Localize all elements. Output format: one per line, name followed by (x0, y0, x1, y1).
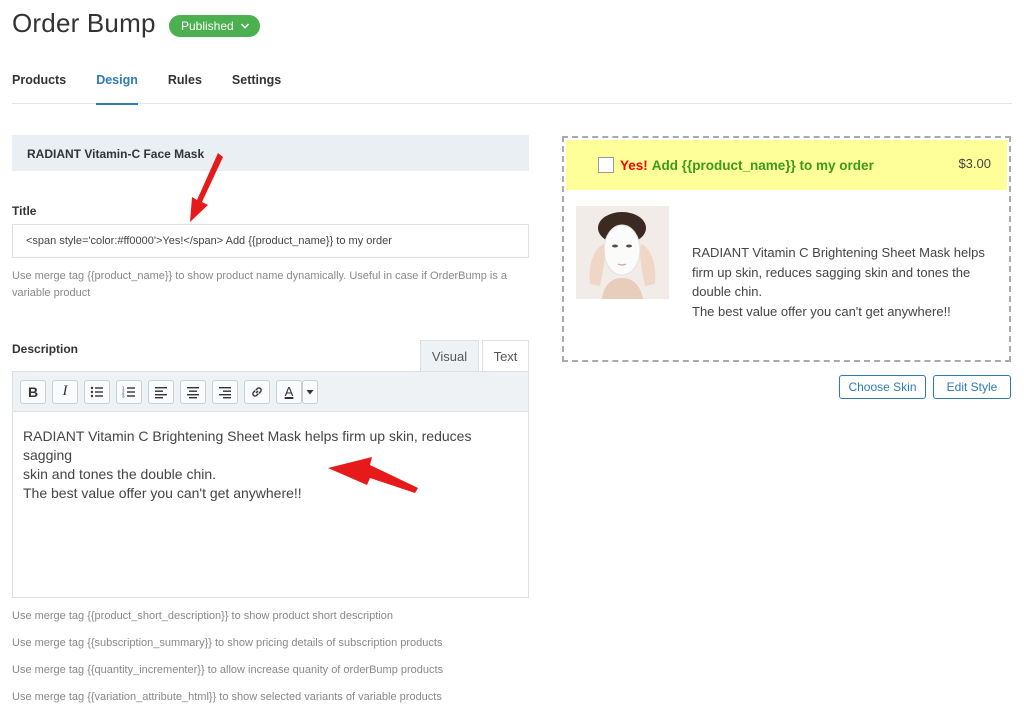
align-center-button[interactable] (180, 379, 206, 404)
product-name-bar: RADIANT Vitamin-C Face Mask (12, 135, 529, 171)
description-label: Description (12, 342, 79, 356)
status-label: Published (181, 19, 234, 33)
bold-icon: B (27, 383, 39, 400)
description-line: skin and tones the double chin. (23, 466, 217, 482)
editor-content[interactable]: RADIANT Vitamin C Brightening Sheet Mask… (13, 412, 528, 518)
merge-help-text: Use merge tag {{quantity_incrementer}} t… (12, 664, 444, 676)
text-color-button[interactable]: A (276, 379, 302, 404)
description-editor: B I 123 A RADIANT Vitamin C Brightening … (12, 371, 529, 598)
title-help-line: variable product (12, 287, 91, 299)
face-mask-illustration (576, 206, 669, 299)
preview-desc-line: The best value offer you can't get anywh… (692, 303, 951, 319)
tab-settings[interactable]: Settings (232, 70, 281, 104)
merge-help-text: Use merge tag {{subscription_summary}} t… (12, 637, 443, 649)
link-icon (252, 386, 262, 397)
title-help-line: Use merge tag {{product_name}} to show p… (12, 270, 508, 282)
numbered-list-icon: 123 (122, 385, 135, 398)
title-input[interactable] (12, 224, 529, 258)
merge-help-text: Use merge tag {{product_short_descriptio… (12, 610, 393, 622)
page-title: Order Bump (12, 8, 156, 38)
text-color-dropdown[interactable] (302, 379, 318, 404)
merge-help-text: Use merge tag {{variation_attribute_html… (12, 691, 442, 703)
chevron-down-icon (240, 23, 249, 29)
preview-header: Yes! Add {{product_name}} to my order $3… (566, 140, 1007, 190)
preview-desc-line: RADIANT Vitamin C Brightening Sheet Mask… (692, 245, 985, 260)
description-line: RADIANT Vitamin C Brightening Sheet Mask… (23, 428, 472, 463)
align-left-icon (155, 386, 167, 398)
preview-description: RADIANT Vitamin C Brightening Sheet Mask… (692, 243, 997, 321)
italic-button[interactable]: I (52, 379, 78, 404)
numbered-list-button[interactable]: 123 (116, 379, 142, 404)
align-left-button[interactable] (148, 379, 174, 404)
dropdown-icon (306, 389, 314, 394)
title-label: Title (12, 204, 37, 218)
product-image (576, 206, 669, 299)
title-help-text: Use merge tag {{product_name}} to show p… (12, 268, 507, 302)
edit-style-button[interactable]: Edit Style (933, 375, 1011, 399)
order-bump-preview: Yes! Add {{product_name}} to my order $3… (562, 136, 1011, 362)
align-center-icon (187, 386, 199, 398)
preview-desc-line: double chin. (692, 284, 763, 299)
tab-design[interactable]: Design (96, 70, 138, 105)
tab-text[interactable]: Text (482, 340, 529, 372)
bold-button[interactable]: B (20, 379, 46, 404)
preview-yes-text: Yes! (620, 157, 648, 173)
bullet-list-button[interactable] (84, 379, 110, 404)
preview-checkbox[interactable] (598, 157, 614, 173)
tab-bar: Products Design Rules Settings (12, 70, 1012, 105)
italic-icon: I (62, 383, 68, 399)
status-badge[interactable]: Published (169, 15, 260, 37)
svg-text:3: 3 (122, 393, 125, 398)
description-line: The best value offer you can't get anywh… (23, 485, 302, 501)
choose-skin-button[interactable]: Choose Skin (839, 375, 926, 399)
text-color-icon: A (284, 384, 294, 399)
tab-products[interactable]: Products (12, 70, 66, 104)
preview-title: Add {{product_name}} to my order (651, 157, 874, 173)
editor-toolbar: B I 123 A (13, 372, 528, 412)
link-button[interactable] (244, 379, 270, 404)
align-right-icon (219, 386, 231, 398)
tab-rules[interactable]: Rules (168, 70, 202, 104)
preview-desc-line: firm up skin, reduces sagging skin and t… (692, 264, 971, 280)
align-right-button[interactable] (212, 379, 238, 404)
tab-visual[interactable]: Visual (420, 340, 479, 372)
bullet-list-icon (90, 386, 103, 397)
preview-price: $3.00 (958, 156, 991, 171)
